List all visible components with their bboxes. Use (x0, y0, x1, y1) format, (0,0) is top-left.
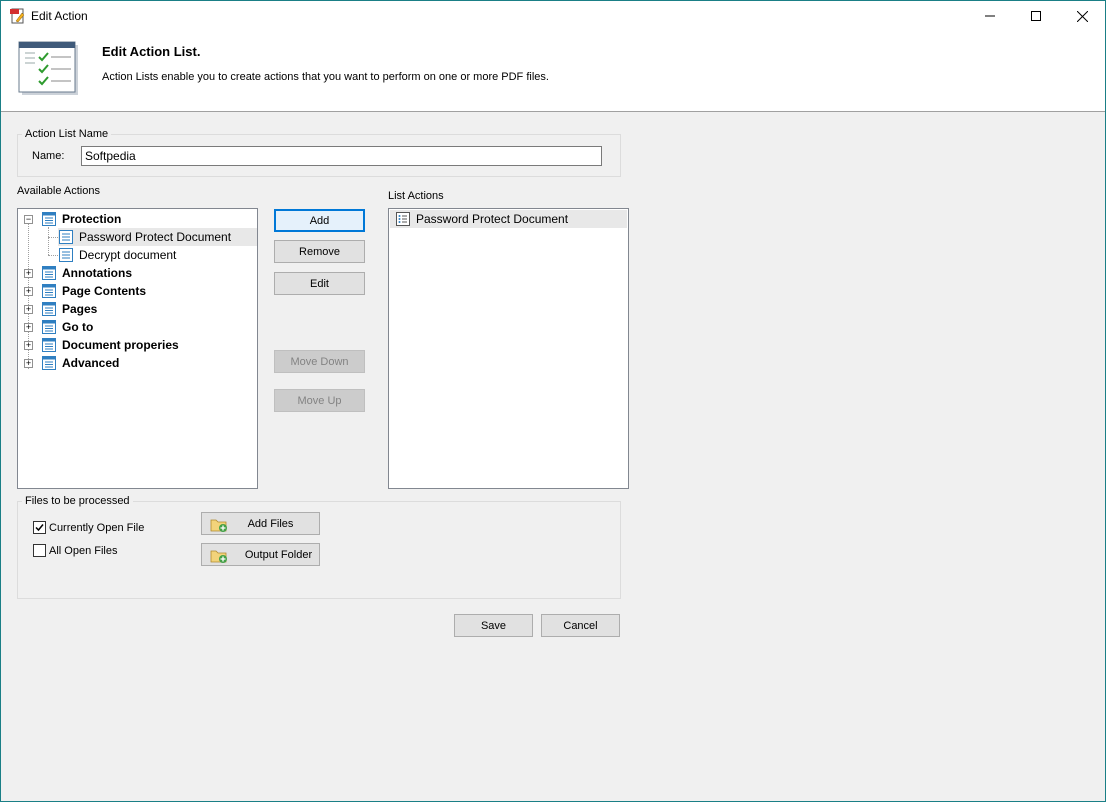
close-button[interactable] (1059, 1, 1105, 31)
tree-node-annotations[interactable]: Annotations (41, 264, 132, 282)
minimize-icon (985, 15, 995, 17)
action-group-icon (42, 302, 56, 316)
expand-toggle[interactable]: + (24, 287, 33, 296)
tree-node-label: Pages (62, 302, 98, 316)
checkmark-icon (35, 524, 44, 532)
tree-node-label: Decrypt document (79, 248, 177, 262)
tree-node-label: Password Protect Document (79, 230, 232, 244)
action-icon (59, 230, 73, 244)
remove-button[interactable]: Remove (274, 240, 365, 263)
available-actions-tree[interactable]: − Protection Password Protect Document D… (17, 208, 258, 489)
tree-node-password-protect[interactable]: Password Protect Document (58, 228, 257, 246)
all-open-files-label: All Open Files (49, 545, 118, 557)
action-group-icon (42, 320, 56, 334)
close-icon (1076, 10, 1088, 22)
currently-open-file-label: Currently Open File (49, 522, 145, 534)
action-group-icon (42, 338, 56, 352)
expand-toggle[interactable]: + (24, 359, 33, 368)
action-list-icon (18, 41, 78, 95)
action-icon (59, 248, 73, 262)
tree-line (48, 237, 58, 238)
tree-node-pages[interactable]: Pages (41, 300, 97, 318)
tree-node-label: Annotations (62, 266, 132, 280)
folder-add-icon (210, 519, 227, 532)
tree-node-label: Advanced (62, 356, 120, 370)
tree-line (48, 255, 58, 256)
edit-button[interactable]: Edit (274, 272, 365, 295)
action-group-icon (42, 356, 56, 370)
tree-node-label: Protection (62, 212, 122, 226)
action-group-icon (42, 212, 56, 226)
name-input[interactable] (81, 146, 602, 166)
header-description: Action Lists enable you to create action… (102, 71, 549, 83)
action-list-name-legend: Action List Name (22, 128, 112, 140)
tree-node-document-properties[interactable]: Document properies (41, 336, 179, 354)
all-open-files-checkbox[interactable] (33, 544, 46, 557)
list-item[interactable]: Password Protect Document (390, 210, 627, 228)
output-folder-label: Output Folder (244, 548, 313, 561)
output-folder-button[interactable]: Output Folder (201, 543, 320, 566)
available-actions-label: Available Actions (17, 185, 100, 197)
header-panel: Edit Action List. Action Lists enable yo… (1, 31, 1105, 112)
maximize-icon (1031, 11, 1041, 21)
tree-node-protection[interactable]: Protection (41, 210, 121, 228)
expand-toggle[interactable]: + (24, 269, 33, 278)
list-actions-label: List Actions (388, 190, 444, 202)
tree-node-label: Page Contents (62, 284, 147, 298)
add-button[interactable]: Add (274, 209, 365, 232)
expand-toggle[interactable]: + (24, 323, 33, 332)
tree-node-go-to[interactable]: Go to (41, 318, 93, 336)
minimize-button[interactable] (967, 1, 1013, 31)
add-files-label: Add Files (247, 517, 294, 530)
list-actions-list[interactable]: Password Protect Document (388, 208, 629, 489)
files-group-legend: Files to be processed (22, 495, 133, 507)
save-button[interactable]: Save (454, 614, 533, 637)
title-bar: Edit Action (1, 1, 1105, 31)
currently-open-file-checkbox[interactable] (33, 521, 46, 534)
collapse-toggle[interactable]: − (24, 215, 33, 224)
add-files-button[interactable]: Add Files (201, 512, 320, 535)
folder-add-icon (210, 550, 227, 563)
tree-node-decrypt[interactable]: Decrypt document (58, 246, 176, 264)
tree-node-page-contents[interactable]: Page Contents (41, 282, 146, 300)
tree-node-label: Document properies (62, 338, 179, 352)
action-group-icon (42, 284, 56, 298)
cancel-button[interactable]: Cancel (541, 614, 620, 637)
edit-action-window: Edit Action Edit Action List. Action Lis… (0, 0, 1106, 802)
maximize-button[interactable] (1013, 1, 1059, 31)
tree-node-advanced[interactable]: Advanced (41, 354, 119, 372)
list-item-label: Password Protect Document (416, 212, 569, 226)
name-label: Name: (32, 150, 65, 162)
expand-toggle[interactable]: + (24, 305, 33, 314)
pdf-app-icon (10, 8, 25, 24)
move-down-button[interactable]: Move Down (274, 350, 365, 373)
action-group-icon (42, 266, 56, 280)
header-title: Edit Action List. (102, 44, 201, 59)
tree-node-label: Go to (62, 320, 94, 334)
window-title: Edit Action (31, 9, 88, 23)
move-up-button[interactable]: Move Up (274, 389, 365, 412)
action-list-item-icon (396, 212, 410, 226)
tree-line (48, 227, 49, 255)
expand-toggle[interactable]: + (24, 341, 33, 350)
